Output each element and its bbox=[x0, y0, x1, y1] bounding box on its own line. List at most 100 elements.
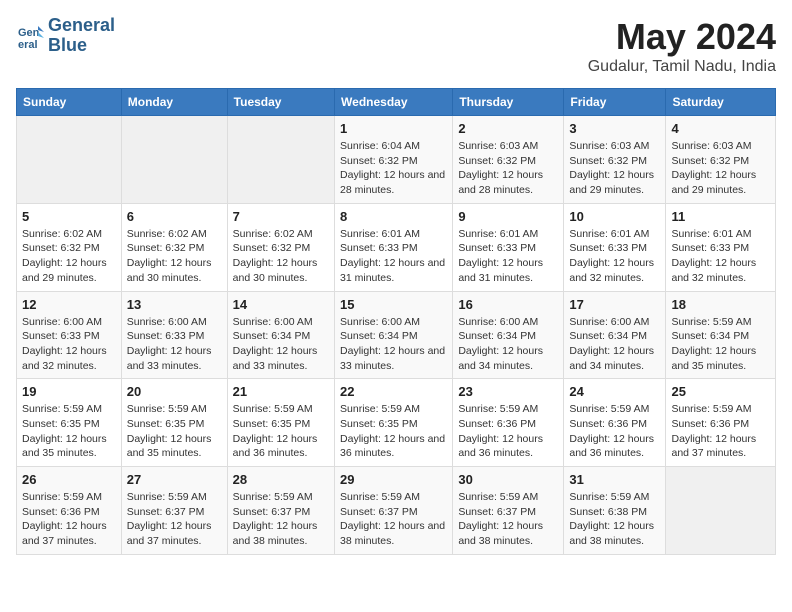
day-info: Sunrise: 6:00 AM Sunset: 6:34 PM Dayligh… bbox=[233, 315, 329, 374]
day-info: Sunrise: 6:00 AM Sunset: 6:33 PM Dayligh… bbox=[22, 315, 116, 374]
day-info: Sunrise: 5:59 AM Sunset: 6:36 PM Dayligh… bbox=[671, 402, 770, 461]
day-number: 18 bbox=[671, 297, 770, 312]
day-number: 10 bbox=[569, 209, 660, 224]
day-number: 3 bbox=[569, 121, 660, 136]
day-info: Sunrise: 5:59 AM Sunset: 6:35 PM Dayligh… bbox=[340, 402, 447, 461]
calendar-subtitle: Gudalur, Tamil Nadu, India bbox=[588, 58, 776, 76]
day-info: Sunrise: 5:59 AM Sunset: 6:37 PM Dayligh… bbox=[458, 490, 558, 549]
calendar-title: May 2024 bbox=[588, 16, 776, 58]
header: Gen eral General Blue May 2024 Gudalur, … bbox=[16, 16, 776, 76]
calendar-cell: 5 Sunrise: 6:02 AM Sunset: 6:32 PM Daylig… bbox=[17, 203, 122, 291]
day-number: 15 bbox=[340, 297, 447, 312]
calendar-cell: 26 Sunrise: 5:59 AM Sunset: 6:36 PM Dayli… bbox=[17, 467, 122, 555]
calendar-body: 1 Sunrise: 6:04 AM Sunset: 6:32 PM Daylig… bbox=[17, 116, 776, 555]
calendar-cell: 19Sunrise: 5:59 AM Sunset: 6:35 PM Dayli… bbox=[17, 379, 122, 467]
calendar-cell: 11Sunrise: 6:01 AM Sunset: 6:33 PM Dayli… bbox=[666, 203, 776, 291]
day-info: Sunrise: 5:59 AM Sunset: 6:36 PM Dayligh… bbox=[458, 402, 558, 461]
day-number: 17 bbox=[569, 297, 660, 312]
calendar-cell: 20 Sunrise: 5:59 AM Sunset: 6:35 PM Dayli… bbox=[121, 379, 227, 467]
day-number: 1 bbox=[340, 121, 447, 136]
day-number: 13 bbox=[127, 297, 222, 312]
calendar-cell: 23 Sunrise: 5:59 AM Sunset: 6:36 PM Dayli… bbox=[453, 379, 564, 467]
day-info: Sunrise: 5:59 AM Sunset: 6:35 PM Dayligh… bbox=[127, 402, 222, 461]
day-number: 19 bbox=[22, 384, 116, 399]
day-number: 23 bbox=[458, 384, 558, 399]
calendar-cell: 14 Sunrise: 6:00 AM Sunset: 6:34 PM Dayli… bbox=[227, 291, 334, 379]
header-day-monday: Monday bbox=[121, 89, 227, 116]
calendar-table: SundayMondayTuesdayWednesdayThursdayFrid… bbox=[16, 88, 776, 555]
header-day-thursday: Thursday bbox=[453, 89, 564, 116]
day-number: 21 bbox=[233, 384, 329, 399]
day-number: 6 bbox=[127, 209, 222, 224]
day-info: Sunrise: 5:59 AM Sunset: 6:36 PM Dayligh… bbox=[22, 490, 116, 549]
calendar-cell: 16Sunrise: 6:00 AM Sunset: 6:34 PM Dayli… bbox=[453, 291, 564, 379]
calendar-cell bbox=[17, 116, 122, 204]
day-info: Sunrise: 6:03 AM Sunset: 6:32 PM Dayligh… bbox=[458, 139, 558, 198]
day-number: 27 bbox=[127, 472, 222, 487]
svg-text:eral: eral bbox=[18, 39, 38, 50]
day-number: 20 bbox=[127, 384, 222, 399]
day-number: 4 bbox=[671, 121, 770, 136]
svg-text:Gen: Gen bbox=[18, 27, 40, 39]
calendar-cell bbox=[121, 116, 227, 204]
calendar-cell: 9 Sunrise: 6:01 AM Sunset: 6:33 PM Daylig… bbox=[453, 203, 564, 291]
calendar-cell: 10 Sunrise: 6:01 AM Sunset: 6:33 PM Dayli… bbox=[564, 203, 666, 291]
calendar-cell: 31Sunrise: 5:59 AM Sunset: 6:38 PM Dayli… bbox=[564, 467, 666, 555]
calendar-cell: 27 Sunrise: 5:59 AM Sunset: 6:37 PM Dayli… bbox=[121, 467, 227, 555]
day-info: Sunrise: 5:59 AM Sunset: 6:36 PM Dayligh… bbox=[569, 402, 660, 461]
day-number: 28 bbox=[233, 472, 329, 487]
calendar-cell: 29 Sunrise: 5:59 AM Sunset: 6:37 PM Dayli… bbox=[335, 467, 453, 555]
calendar-cell: 13Sunrise: 6:00 AM Sunset: 6:33 PM Dayli… bbox=[121, 291, 227, 379]
day-number: 14 bbox=[233, 297, 329, 312]
header-day-wednesday: Wednesday bbox=[335, 89, 453, 116]
day-number: 24 bbox=[569, 384, 660, 399]
header-day-tuesday: Tuesday bbox=[227, 89, 334, 116]
day-info: Sunrise: 6:04 AM Sunset: 6:32 PM Dayligh… bbox=[340, 139, 447, 198]
calendar-cell: 4Sunrise: 6:03 AM Sunset: 6:32 PM Daylig… bbox=[666, 116, 776, 204]
calendar-cell: 6 Sunrise: 6:02 AM Sunset: 6:32 PM Daylig… bbox=[121, 203, 227, 291]
logo-icon: Gen eral bbox=[16, 22, 44, 50]
day-info: Sunrise: 6:00 AM Sunset: 6:34 PM Dayligh… bbox=[458, 315, 558, 374]
day-number: 31 bbox=[569, 472, 660, 487]
day-number: 30 bbox=[458, 472, 558, 487]
header-day-friday: Friday bbox=[564, 89, 666, 116]
calendar-cell bbox=[666, 467, 776, 555]
day-number: 2 bbox=[458, 121, 558, 136]
calendar-week-5: 26 Sunrise: 5:59 AM Sunset: 6:36 PM Dayli… bbox=[17, 467, 776, 555]
day-number: 26 bbox=[22, 472, 116, 487]
calendar-cell: 28Sunrise: 5:59 AM Sunset: 6:37 PM Dayli… bbox=[227, 467, 334, 555]
day-number: 22 bbox=[340, 384, 447, 399]
calendar-week-4: 19 Sunrise: 5:59 AM Sunset: 6:35 PM Dayli… bbox=[17, 379, 776, 467]
calendar-cell bbox=[227, 116, 334, 204]
day-info: Sunrise: 5:59 AM Sunset: 6:35 PM Dayligh… bbox=[233, 402, 329, 461]
day-number: 5 bbox=[22, 209, 116, 224]
calendar-cell: 2 Sunrise: 6:03 AM Sunset: 6:32 PM Daylig… bbox=[453, 116, 564, 204]
day-info: Sunrise: 6:01 AM Sunset: 6:33 PM Dayligh… bbox=[569, 227, 660, 286]
calendar-week-1: 1 Sunrise: 6:04 AM Sunset: 6:32 PM Daylig… bbox=[17, 116, 776, 204]
day-number: 8 bbox=[340, 209, 447, 224]
day-info: Sunrise: 5:59 AM Sunset: 6:37 PM Dayligh… bbox=[340, 490, 447, 549]
day-info: Sunrise: 6:01 AM Sunset: 6:33 PM Dayligh… bbox=[340, 227, 447, 286]
calendar-cell: 25Sunrise: 5:59 AM Sunset: 6:36 PM Dayli… bbox=[666, 379, 776, 467]
day-number: 9 bbox=[458, 209, 558, 224]
calendar-week-2: 5 Sunrise: 6:02 AM Sunset: 6:32 PM Daylig… bbox=[17, 203, 776, 291]
calendar-cell: 22 Sunrise: 5:59 AM Sunset: 6:35 PM Dayli… bbox=[335, 379, 453, 467]
calendar-header: SundayMondayTuesdayWednesdayThursdayFrid… bbox=[17, 89, 776, 116]
day-number: 11 bbox=[671, 209, 770, 224]
day-info: Sunrise: 6:01 AM Sunset: 6:33 PM Dayligh… bbox=[458, 227, 558, 286]
day-info: Sunrise: 6:03 AM Sunset: 6:32 PM Dayligh… bbox=[569, 139, 660, 198]
header-day-saturday: Saturday bbox=[666, 89, 776, 116]
day-info: Sunrise: 5:59 AM Sunset: 6:37 PM Dayligh… bbox=[127, 490, 222, 549]
day-number: 12 bbox=[22, 297, 116, 312]
calendar-week-3: 12 Sunrise: 6:00 AM Sunset: 6:33 PM Dayli… bbox=[17, 291, 776, 379]
calendar-cell: 21 Sunrise: 5:59 AM Sunset: 6:35 PM Dayli… bbox=[227, 379, 334, 467]
day-number: 29 bbox=[340, 472, 447, 487]
calendar-cell: 7Sunrise: 6:02 AM Sunset: 6:32 PM Daylig… bbox=[227, 203, 334, 291]
day-info: Sunrise: 6:02 AM Sunset: 6:32 PM Dayligh… bbox=[233, 227, 329, 286]
calendar-cell: 30 Sunrise: 5:59 AM Sunset: 6:37 PM Dayli… bbox=[453, 467, 564, 555]
day-info: Sunrise: 6:02 AM Sunset: 6:32 PM Dayligh… bbox=[22, 227, 116, 286]
day-info: Sunrise: 6:02 AM Sunset: 6:32 PM Dayligh… bbox=[127, 227, 222, 286]
calendar-cell: 8 Sunrise: 6:01 AM Sunset: 6:33 PM Daylig… bbox=[335, 203, 453, 291]
header-day-sunday: Sunday bbox=[17, 89, 122, 116]
day-info: Sunrise: 6:00 AM Sunset: 6:34 PM Dayligh… bbox=[569, 315, 660, 374]
